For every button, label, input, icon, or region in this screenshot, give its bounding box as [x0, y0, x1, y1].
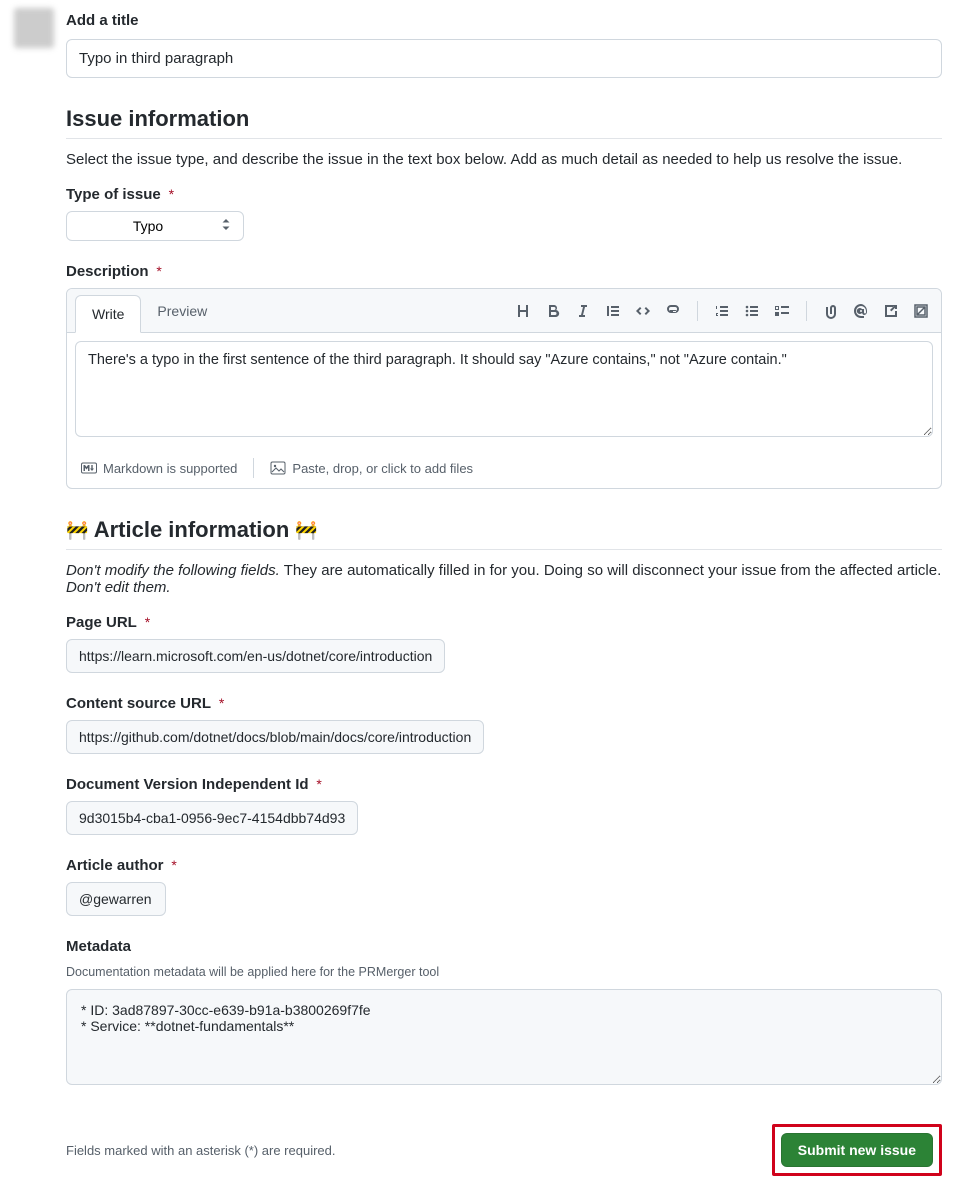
content-source-url-label: Content source URL — [66, 695, 211, 712]
content-source-url-field[interactable]: https://github.com/dotnet/docs/blob/main… — [66, 720, 484, 754]
quote-icon[interactable] — [605, 303, 621, 319]
required-asterisk: * — [171, 857, 176, 873]
page-url-label: Page URL — [66, 614, 137, 631]
markdown-icon — [81, 460, 97, 476]
construction-icon: 🚧 — [295, 520, 317, 540]
required-asterisk: * — [219, 695, 224, 711]
tab-preview[interactable]: Preview — [141, 293, 224, 329]
metadata-textarea[interactable] — [66, 989, 942, 1085]
code-icon[interactable] — [635, 303, 651, 319]
article-author-label: Article author — [66, 857, 164, 874]
description-label: Description — [66, 263, 149, 280]
title-input[interactable] — [66, 39, 942, 78]
toolbar-separator — [697, 301, 698, 321]
tab-write[interactable]: Write — [75, 295, 141, 333]
issue-info-heading: Issue information — [66, 106, 942, 139]
submit-highlight-box: Submit new issue — [772, 1124, 942, 1176]
bold-icon[interactable] — [545, 303, 561, 319]
construction-icon: 🚧 — [66, 520, 88, 540]
required-asterisk: * — [316, 776, 321, 792]
doc-version-id-label: Document Version Independent Id — [66, 776, 309, 793]
metadata-subtext: Documentation metadata will be applied h… — [66, 965, 942, 979]
footer-separator — [253, 458, 254, 478]
mention-icon[interactable] — [853, 303, 869, 319]
required-asterisk: * — [169, 186, 174, 202]
required-asterisk: * — [156, 263, 161, 279]
avatar — [14, 8, 54, 48]
attach-icon[interactable] — [823, 303, 839, 319]
page-url-field[interactable]: https://learn.microsoft.com/en-us/dotnet… — [66, 639, 445, 673]
link-icon[interactable] — [665, 303, 681, 319]
toolbar-separator — [806, 301, 807, 321]
attach-files-note[interactable]: Paste, drop, or click to add files — [270, 460, 473, 476]
article-info-heading: 🚧 Article information 🚧 — [66, 517, 942, 550]
type-of-issue-label: Type of issue — [66, 186, 161, 203]
required-fields-note: Fields marked with an asterisk (*) are r… — [66, 1143, 336, 1158]
cross-reference-icon[interactable] — [883, 303, 899, 319]
type-of-issue-select[interactable]: Typo — [66, 211, 244, 241]
submit-new-issue-button[interactable]: Submit new issue — [781, 1133, 933, 1167]
doc-version-id-field[interactable]: 9d3015b4-cba1-0956-9ec7-4154dbb74d93 — [66, 801, 358, 835]
add-title-label: Add a title — [66, 12, 942, 29]
heading-icon[interactable] — [515, 303, 531, 319]
metadata-label: Metadata — [66, 938, 131, 955]
markdown-supported-note[interactable]: Markdown is supported — [81, 460, 237, 476]
unordered-list-icon[interactable] — [744, 303, 760, 319]
article-author-field[interactable]: @gewarren — [66, 882, 166, 916]
description-editor: Write Preview — [66, 288, 942, 489]
type-of-issue-value: Typo — [133, 218, 163, 234]
article-info-desc: Don't modify the following fields. They … — [66, 562, 942, 596]
ordered-list-icon[interactable] — [714, 303, 730, 319]
required-asterisk: * — [145, 614, 150, 630]
task-list-icon[interactable] — [774, 303, 790, 319]
image-icon — [270, 460, 286, 476]
issue-info-desc: Select the issue type, and describe the … — [66, 151, 942, 168]
italic-icon[interactable] — [575, 303, 591, 319]
description-textarea[interactable] — [75, 341, 933, 437]
saved-reply-icon[interactable] — [913, 303, 929, 319]
